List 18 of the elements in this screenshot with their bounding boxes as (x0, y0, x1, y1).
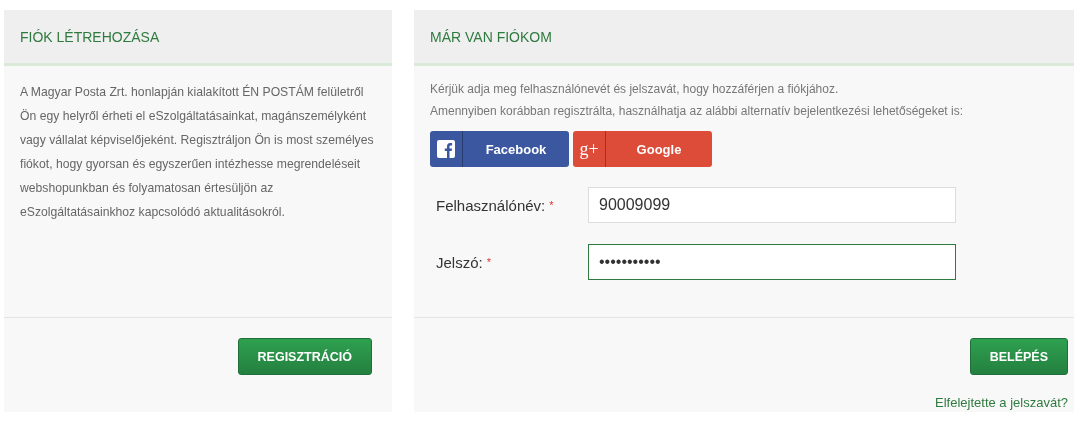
google-login-button[interactable]: g+ Google (573, 131, 712, 167)
password-field[interactable]: ••••••••••• (588, 244, 956, 280)
forgot-password-link[interactable]: Elfelejtette a jelszavát? (935, 395, 1068, 410)
facebook-login-button[interactable]: Facebook (430, 131, 569, 167)
register-description: A Magyar Posta Zrt. honlapján kialakított ÉN POSTÁM felületről Ön egy helyről érheti el eSzolgáltatásainkat, magánszemélyként vagy vállalat képviselőjeként. Regisztráljon Ön is most személyes fiókot, hogy gyorsan és egyszerűen intézhesse megrendeléseit webshopunkban és folyamatosan értesüljön az eSzolgáltatásainkhoz kapcsolódó aktualitásokról. (20, 83, 375, 221)
username-field[interactable]: 90009099 (588, 187, 956, 223)
field-label: Jelszó: (436, 253, 483, 271)
field-label: Felhasználónév: (436, 196, 546, 214)
intro-text: Amennyiben korábban regisztrálta, használhatja az alábbi alternatív bejelentkezési lehetőségeket is: (430, 103, 964, 120)
google-plus-icon: g+ (579, 138, 599, 160)
panel-title: MÁR VAN FIÓKOM (430, 28, 552, 45)
register-button[interactable]: REGISZTRÁCIÓ (237, 338, 372, 375)
required-mark: * (549, 199, 554, 211)
panel-title: FIÓK LÉTREHOZÁSA (20, 28, 160, 45)
intro-text: Kérjük adja meg felhasználónevét és jelszavát, hogy hozzáférjen a fiókjához. (430, 81, 840, 98)
facebook-icon (437, 140, 455, 158)
required-mark: * (486, 256, 491, 268)
login-button[interactable]: BELÉPÉS (969, 338, 1068, 375)
